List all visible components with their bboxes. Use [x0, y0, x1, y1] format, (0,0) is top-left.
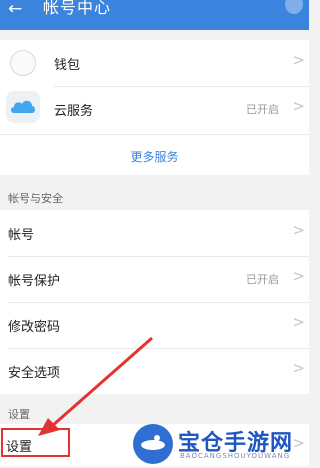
watermark: 宝仓手游网 BAOCANGSHOUYOUWANG	[130, 424, 309, 466]
watermark-logo-icon	[133, 424, 173, 464]
watermark-logo-icon	[141, 435, 165, 450]
watermark-subtitle: BAOCANGSHOUYOUWANG	[180, 452, 291, 460]
annotation-arrow	[38, 336, 153, 436]
